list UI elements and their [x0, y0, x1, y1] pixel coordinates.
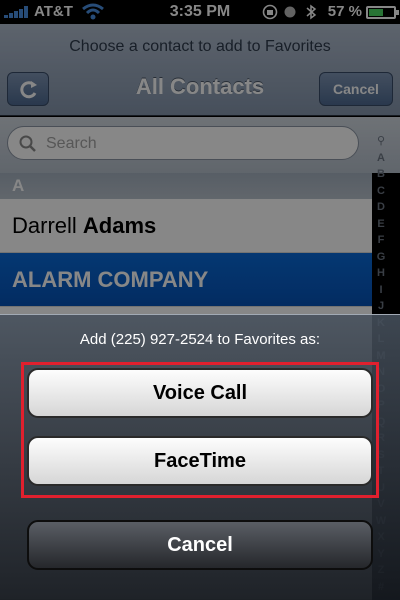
action-sheet-title: Add (225) 927-2524 to Favorites as:	[79, 331, 321, 348]
action-sheet-cancel-button[interactable]: Cancel	[27, 520, 373, 570]
voice-call-button[interactable]: Voice Call	[27, 368, 373, 418]
facetime-button[interactable]: FaceTime	[27, 436, 373, 486]
